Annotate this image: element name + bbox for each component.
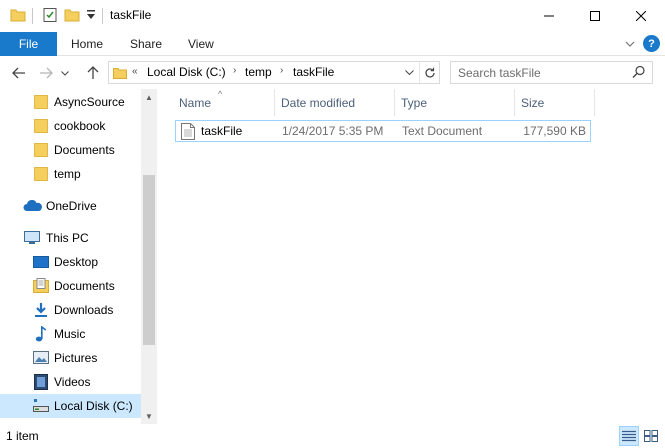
- downloads-icon: [34, 302, 50, 317]
- file-type: Text Document: [402, 124, 483, 138]
- title-bar: taskFile: [0, 0, 665, 32]
- column-header-date-modified[interactable]: Date modified: [275, 89, 395, 116]
- search-box[interactable]: [450, 61, 653, 84]
- address-dropdown-button[interactable]: [400, 62, 418, 83]
- breadcrumb-local-disk[interactable]: Local Disk (C:): [147, 65, 226, 79]
- forward-button[interactable]: [35, 62, 57, 84]
- breadcrumb-temp[interactable]: temp: [245, 65, 272, 79]
- text-document-icon: [181, 123, 195, 140]
- sidebar-item-label: Documents: [54, 143, 115, 157]
- column-header-name[interactable]: Name: [173, 89, 275, 116]
- toolbar-divider: [102, 8, 103, 24]
- local-disk-icon: [33, 399, 49, 413]
- sidebar-item-onedrive[interactable]: OneDrive: [0, 194, 141, 218]
- close-button[interactable]: [618, 0, 664, 31]
- sidebar-item-documents-folder[interactable]: Documents: [0, 138, 141, 162]
- sidebar-item-label: Local Disk (C:): [54, 399, 133, 413]
- videos-icon: [34, 374, 50, 390]
- help-button[interactable]: ?: [643, 35, 660, 52]
- toolbar-divider: [32, 8, 33, 24]
- tab-file[interactable]: File: [0, 32, 57, 56]
- sidebar-item-downloads[interactable]: Downloads: [0, 298, 141, 322]
- breadcrumb-separator[interactable]: ›: [280, 65, 283, 76]
- expand-ribbon-button[interactable]: [622, 36, 638, 52]
- column-header-size[interactable]: Size: [515, 89, 595, 116]
- navigation-bar: « Local Disk (C:) › temp › taskFile: [0, 56, 665, 89]
- sidebar-item-label: Pictures: [54, 351, 98, 365]
- file-row-taskfile[interactable]: taskFile 1/24/2017 5:35 PM Text Document…: [175, 120, 591, 142]
- folder-icon: [34, 95, 50, 109]
- tab-home[interactable]: Home: [71, 32, 103, 56]
- recent-locations-button[interactable]: [58, 62, 72, 84]
- tab-view[interactable]: View: [188, 32, 214, 56]
- maximize-button[interactable]: [572, 0, 618, 31]
- new-folder-icon[interactable]: [64, 7, 80, 23]
- onedrive-icon: [23, 199, 43, 214]
- breadcrumb-separator[interactable]: ›: [233, 65, 236, 76]
- up-button[interactable]: [82, 62, 104, 84]
- sidebar-item-temp[interactable]: temp: [0, 162, 141, 186]
- pictures-icon: [33, 351, 49, 365]
- address-overflow[interactable]: «: [132, 66, 138, 77]
- folder-icon: [34, 167, 50, 181]
- desktop-icon: [33, 256, 49, 270]
- sidebar-item-label: Videos: [54, 375, 91, 389]
- search-input[interactable]: [451, 62, 629, 83]
- ribbon-tabs: File Home Share View ?: [0, 32, 665, 56]
- sidebar-item-pictures[interactable]: Pictures: [0, 346, 141, 370]
- refresh-button[interactable]: [419, 62, 439, 83]
- file-name: taskFile: [201, 124, 243, 138]
- status-bar: 1 item: [0, 424, 665, 448]
- scroll-up-arrow[interactable]: ▲: [141, 89, 157, 105]
- music-icon: [35, 325, 51, 342]
- item-count: 1 item: [6, 429, 39, 443]
- sidebar-item-label: Music: [54, 327, 86, 341]
- search-icon[interactable]: [632, 65, 646, 79]
- properties-icon[interactable]: [42, 7, 58, 23]
- minimize-button[interactable]: [526, 0, 572, 31]
- sidebar-item-videos[interactable]: Videos: [0, 370, 141, 394]
- window-folder-icon: [10, 7, 26, 23]
- address-folder-icon: [113, 67, 127, 79]
- sidebar-item-music[interactable]: Music: [0, 322, 141, 346]
- file-list: ^ Name Date modified Type Size taskFile …: [157, 89, 665, 424]
- computer-icon: [24, 231, 40, 245]
- scroll-down-arrow[interactable]: ▼: [141, 408, 157, 424]
- sidebar-item-label: This PC: [46, 231, 89, 245]
- navigation-pane: AsyncSource cookbook Documents temp OneD…: [0, 89, 157, 424]
- sidebar-item-cookbook[interactable]: cookbook: [0, 114, 141, 138]
- sidebar-item-label: Documents: [54, 279, 115, 293]
- sidebar-item-label: Desktop: [54, 255, 99, 269]
- sidebar-item-local-disk[interactable]: Local Disk (C:): [0, 394, 141, 418]
- tab-share[interactable]: Share: [130, 32, 162, 56]
- breadcrumb-taskfile[interactable]: taskFile: [293, 65, 334, 79]
- window-title: taskFile: [110, 8, 152, 22]
- back-button[interactable]: [8, 62, 30, 84]
- sidebar-item-label: AsyncSource: [54, 95, 125, 109]
- file-date-modified: 1/24/2017 5:35 PM: [282, 124, 384, 138]
- documents-icon: [33, 278, 49, 293]
- sidebar-item-this-pc[interactable]: This PC: [0, 226, 141, 250]
- sidebar-item-documents[interactable]: Documents: [0, 274, 141, 298]
- sidebar-item-desktop[interactable]: Desktop: [0, 250, 141, 274]
- sidebar-item-asyncsource[interactable]: AsyncSource: [0, 90, 141, 114]
- column-header-type[interactable]: Type: [395, 89, 515, 116]
- customize-toolbar-icon[interactable]: [85, 8, 101, 24]
- folder-icon: [34, 143, 50, 157]
- sidebar-item-label: OneDrive: [46, 199, 97, 213]
- sidebar-item-label: Downloads: [54, 303, 114, 317]
- sidebar-item-label: cookbook: [54, 119, 106, 133]
- file-size: 177,590 KB: [523, 124, 586, 138]
- sidebar-item-label: temp: [54, 167, 81, 181]
- details-view-button[interactable]: [619, 426, 639, 446]
- address-bar[interactable]: « Local Disk (C:) › temp › taskFile: [108, 61, 440, 84]
- folder-icon: [34, 119, 50, 133]
- scrollbar-thumb[interactable]: [143, 175, 155, 345]
- large-icons-view-button[interactable]: [641, 426, 661, 446]
